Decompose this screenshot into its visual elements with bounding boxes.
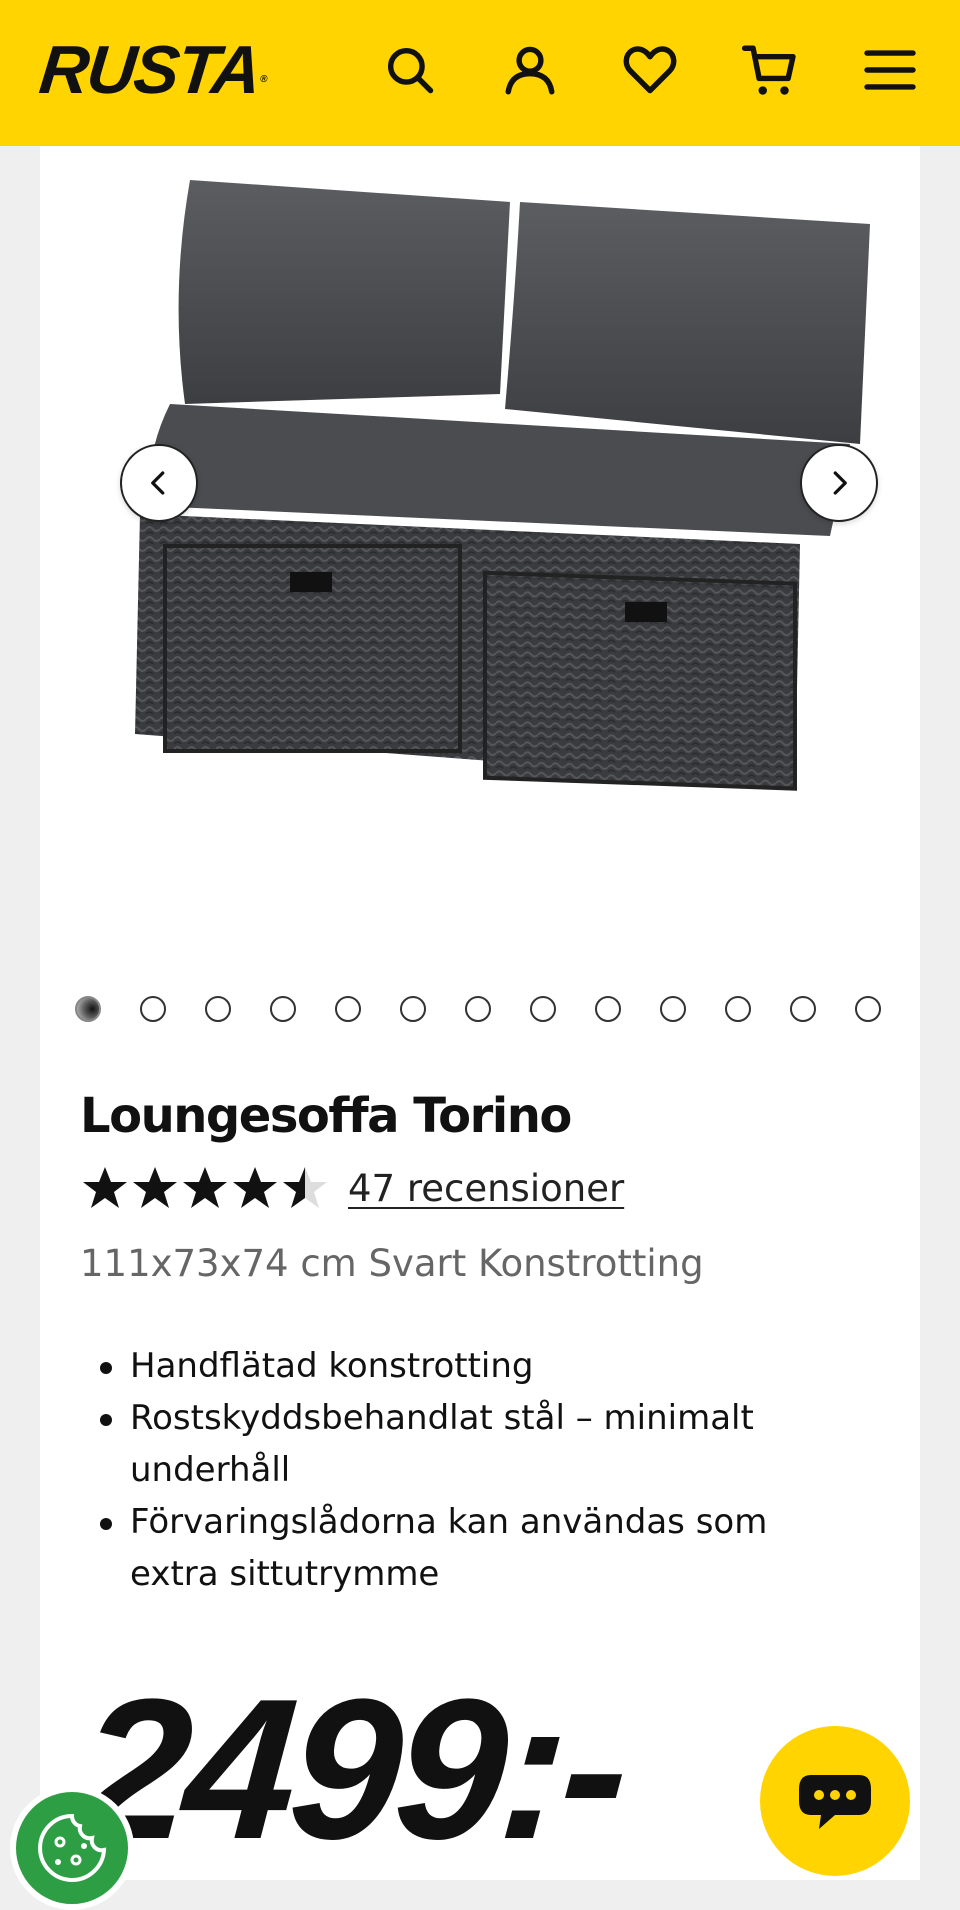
chevron-left-icon [151, 471, 165, 495]
product-features: Handflätad konstrotting Rostskyddsbehand… [96, 1340, 856, 1600]
cart-icon[interactable] [738, 38, 802, 102]
gallery-dot[interactable] [530, 996, 556, 1022]
chevron-right-icon [833, 471, 847, 495]
feature-item: Rostskyddsbehandlat stål – minimalt unde… [96, 1392, 856, 1496]
chat-button[interactable] [760, 1726, 910, 1876]
gallery-dot[interactable] [140, 996, 166, 1022]
gallery-next-button[interactable] [800, 444, 878, 522]
gallery-dot[interactable] [75, 996, 101, 1022]
reviews-link[interactable]: 47 recensioner [348, 1167, 624, 1210]
star-icon [133, 1167, 177, 1208]
product-gallery[interactable] [40, 146, 920, 966]
product-image [135, 180, 870, 791]
rusta-logo[interactable]: RUSTA® [36, 32, 268, 108]
menu-icon[interactable] [858, 38, 922, 102]
gallery-dot[interactable] [400, 996, 426, 1022]
gallery-dot[interactable] [595, 996, 621, 1022]
gallery-dot[interactable] [335, 996, 361, 1022]
star-icon [83, 1167, 127, 1208]
product-title: Loungesoffa Torino [80, 1088, 572, 1144]
product-price: 2499:- [72, 1658, 630, 1881]
heart-icon[interactable] [618, 38, 682, 102]
search-icon[interactable] [378, 38, 442, 102]
star-icon [183, 1167, 227, 1208]
rating-stars [80, 1164, 330, 1212]
cookie-icon [38, 1813, 107, 1882]
gallery-dot[interactable] [855, 996, 881, 1022]
site-header: RUSTA® [0, 0, 960, 146]
gallery-dot[interactable] [465, 996, 491, 1022]
feature-item: Handflätad konstrotting [96, 1340, 856, 1392]
gallery-pagination [75, 996, 881, 1022]
star-icon [283, 1167, 327, 1208]
gallery-dot[interactable] [660, 996, 686, 1022]
account-icon[interactable] [498, 38, 562, 102]
feature-item: Förvaringslådorna kan användas som extra… [96, 1496, 856, 1600]
gallery-dot[interactable] [725, 996, 751, 1022]
gallery-dot[interactable] [270, 996, 296, 1022]
product-rating: 47 recensioner [80, 1164, 624, 1212]
gallery-prev-button[interactable] [120, 444, 198, 522]
product-subtitle: 111x73x74 cm Svart Konstrotting [80, 1242, 704, 1285]
chat-bubble-icon [799, 1775, 871, 1829]
gallery-dot[interactable] [790, 996, 816, 1022]
star-icon [233, 1167, 277, 1208]
cookie-settings-button[interactable] [10, 1786, 134, 1910]
gallery-dot[interactable] [205, 996, 231, 1022]
